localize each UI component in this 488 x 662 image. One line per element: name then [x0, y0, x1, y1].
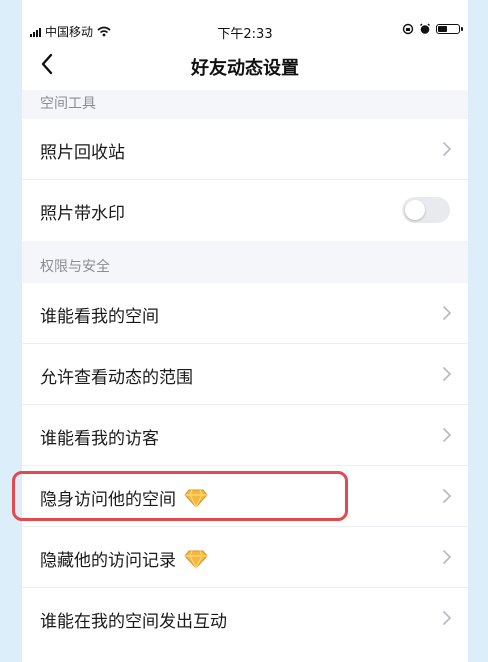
chevron-right-icon	[443, 367, 452, 381]
row-feed-visibility-range[interactable]: 允许查看动态的范围	[22, 344, 468, 405]
diamond-icon	[184, 550, 208, 569]
battery-icon	[436, 24, 463, 34]
row-label: 允许查看动态的范围	[40, 368, 193, 388]
watermark-toggle[interactable]	[402, 197, 450, 223]
status-right	[402, 23, 463, 35]
row-who-can-see-visitors[interactable]: 谁能看我的访客	[22, 405, 468, 466]
row-label: 谁能在我的空间发出互动	[40, 612, 227, 632]
nav-bar: 好友动态设置	[22, 40, 468, 90]
row-who-can-see-space[interactable]: 谁能看我的空间	[22, 283, 468, 344]
chevron-right-icon	[443, 550, 452, 564]
highlight-box	[12, 471, 348, 521]
row-label: 照片回收站	[40, 143, 125, 163]
row-hide-visit-record[interactable]: 隐藏他的访问记录	[22, 527, 468, 588]
phone-screen: 中国移动 下午2:33 好友动态设置 空间工具 照片回收站 照片带水印 权限与安…	[22, 0, 468, 662]
page-title: 好友动态设置	[191, 58, 299, 79]
row-label: 照片带水印	[40, 204, 125, 224]
row-label: 谁能看我的访客	[40, 429, 159, 449]
row-label: 隐藏他的访问记录	[40, 546, 208, 571]
toggle-knob	[405, 200, 425, 220]
chevron-right-icon	[443, 611, 452, 625]
row-photo-recycle-bin[interactable]: 照片回收站	[22, 119, 468, 180]
row-label-text: 隐藏他的访问记录	[40, 551, 176, 571]
alarm-icon	[420, 23, 430, 34]
row-who-can-interact[interactable]: 谁能在我的空间发出互动	[22, 588, 468, 662]
section-header-privacy: 权限与安全	[22, 241, 468, 283]
chevron-right-icon	[443, 142, 452, 156]
chevron-right-icon	[443, 428, 452, 442]
row-photo-watermark: 照片带水印	[22, 180, 468, 241]
chevron-right-icon	[443, 489, 452, 503]
status-bar: 中国移动 下午2:33	[22, 0, 468, 42]
orientation-lock-icon	[402, 23, 414, 35]
row-label: 谁能看我的空间	[40, 307, 159, 327]
chevron-right-icon	[443, 306, 452, 320]
section-header-space-tools: 空间工具	[22, 90, 468, 119]
